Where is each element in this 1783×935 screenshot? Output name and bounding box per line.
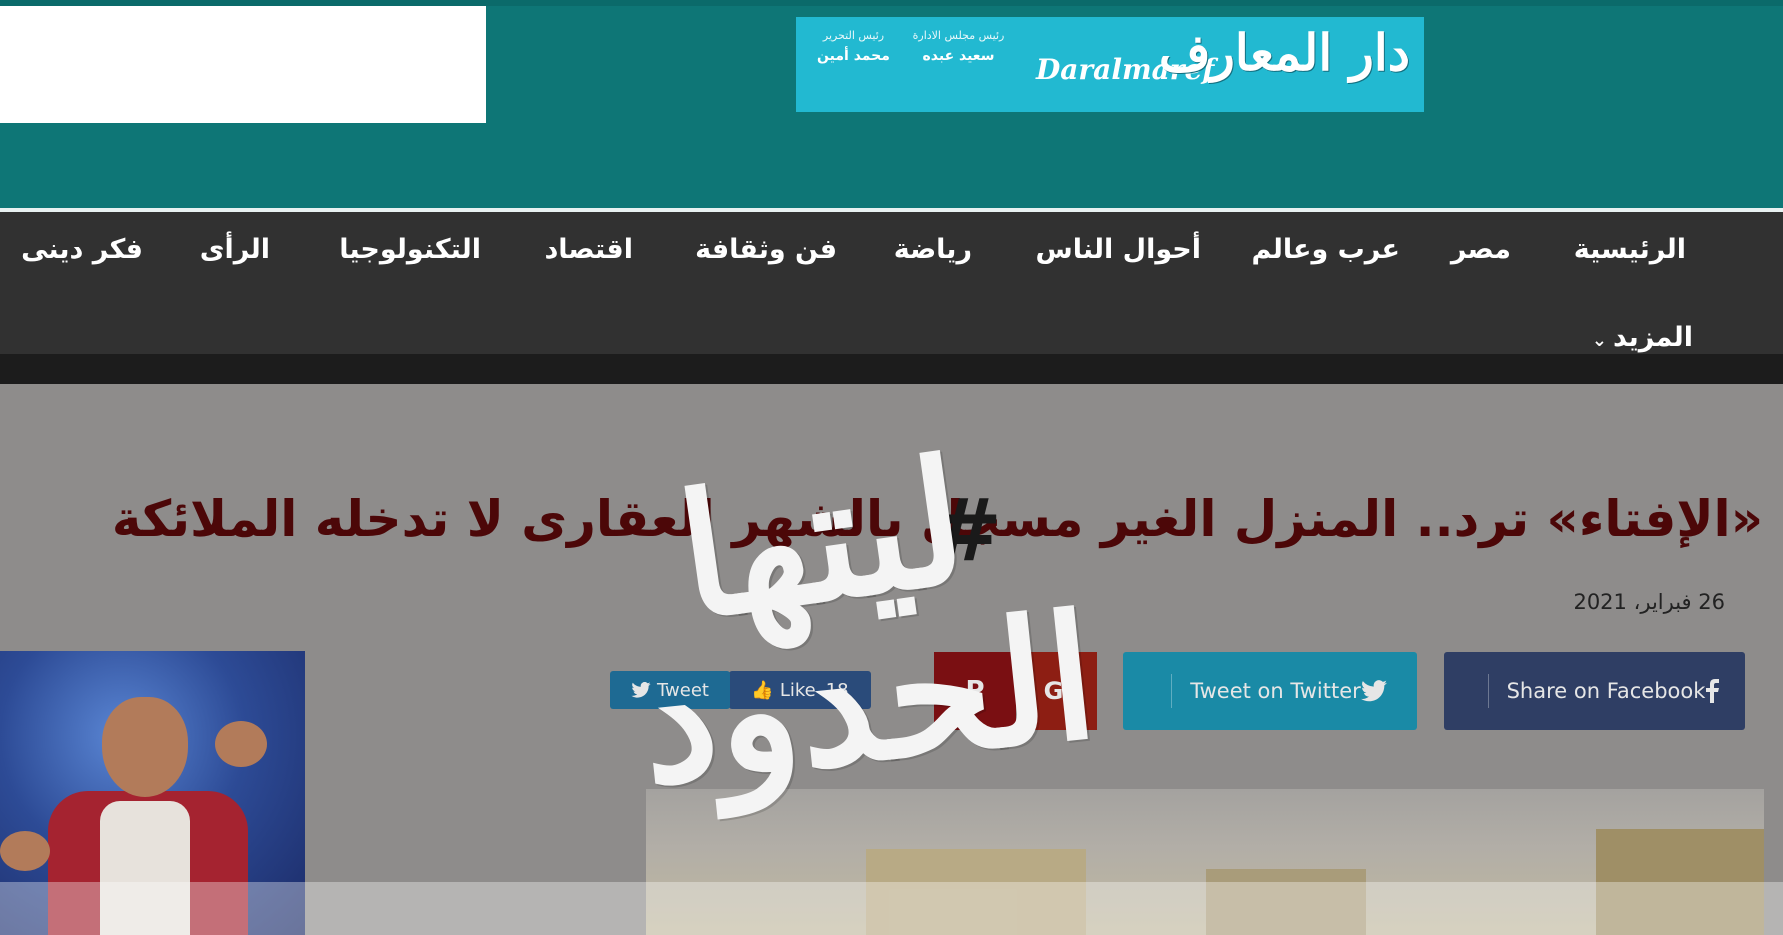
nav-item-art-culture[interactable]: فن وثقافة [695, 234, 837, 265]
nav-item-home[interactable]: الرئيسية [1574, 234, 1686, 265]
twitter-icon [1360, 680, 1387, 702]
share-twitter-button[interactable]: Tweet on Twitter [1123, 652, 1417, 730]
nav-item-arab-world[interactable]: عرب وعالم [1252, 234, 1400, 265]
staff-editor: رئيس التحرير محمد أمين [801, 29, 906, 64]
share-facebook-button[interactable]: Share on Facebook [1444, 652, 1745, 730]
site-logo-banner[interactable]: رئيس مجلس الادارة سعيد عبده رئيس التحرير… [796, 17, 1424, 112]
button-divider [1171, 674, 1173, 708]
nav-item-opinion[interactable]: الرأى [200, 234, 270, 265]
share-facebook-label: Share on Facebook [1506, 679, 1706, 703]
nav-item-egypt[interactable]: مصر [1451, 234, 1511, 265]
article-date: 26 فبراير، 2021 [1573, 590, 1725, 614]
nav-item-religious[interactable]: فكر دينى [21, 234, 143, 265]
genie-head [102, 697, 188, 797]
nav-more-menu[interactable]: المزيد⌄ [1592, 322, 1693, 353]
staff-name: سعيد عبده [922, 48, 995, 64]
ad-slot[interactable] [0, 6, 486, 123]
nav-bottom-bar [0, 354, 1783, 384]
staff-role: رئيس مجلس الادارة [912, 29, 1005, 42]
share-twitter-label: Tweet on Twitter [1190, 679, 1361, 703]
site-header: رئيس مجلس الادارة سعيد عبده رئيس التحرير… [0, 0, 1783, 210]
staff-role: رئيس التحرير [822, 29, 885, 42]
nav-item-technology[interactable]: التكنولوجيا [339, 234, 481, 265]
nav-item-economy[interactable]: اقتصاد [544, 234, 633, 265]
calligraphy-watermark: # ليتها الحدود [631, 400, 1105, 823]
genie-hand [0, 831, 50, 871]
button-divider [1487, 674, 1489, 708]
facebook-icon [1706, 679, 1720, 703]
main-nav: الرئيسية مصر عرب وعالم أحوال الناس رياضة… [0, 212, 1783, 354]
staff-name: محمد أمين [817, 48, 890, 64]
logo-arabic: دار المعارف [1158, 23, 1410, 82]
overlay-band [0, 882, 1783, 935]
genie-hand [215, 721, 267, 767]
nav-item-sports[interactable]: رياضة [894, 234, 972, 265]
nav-item-people[interactable]: أحوال الناس [1035, 234, 1201, 265]
nav-more-label: المزيد [1612, 322, 1693, 353]
chevron-down-icon: ⌄ [1591, 330, 1607, 351]
staff-chairman: رئيس مجلس الادارة سعيد عبده [906, 29, 1011, 64]
